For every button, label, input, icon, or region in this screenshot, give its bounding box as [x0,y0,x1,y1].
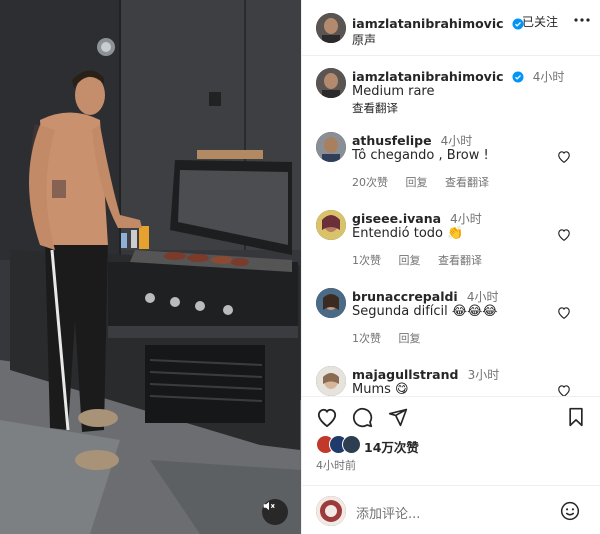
comment-item: athusfelipe 4小时 Tô chegando , Brow ! 20次… [302,130,600,192]
comment-input[interactable]: 添加评论... [356,503,420,522]
comment-text: Tô chegando , Brow ! [352,148,489,163]
post-media[interactable] [0,0,301,534]
post-panel: iamzlatanibrahimovic 原声 已关注 iamzlatanibr… [301,0,600,534]
caption-translate-link[interactable]: 查看翻译 [352,100,398,116]
comment-like-count[interactable]: 1次赞 [352,332,381,345]
comment-username[interactable]: majagullstrand [352,367,458,382]
caption: iamzlatanibrahimovic 4小时 Medium rare 查看翻… [302,66,600,126]
following-button[interactable]: 已关注 [522,13,558,30]
heart-icon[interactable] [316,407,338,427]
comment-time: 3小时 [467,368,500,382]
heart-icon[interactable] [557,150,571,163]
commenter-avatar[interactable] [316,288,346,318]
audio-label[interactable]: 原声 [352,31,376,48]
emoji-icon[interactable] [560,501,580,521]
comment-reply-link[interactable]: 回复 [399,254,421,267]
comment-reply-link[interactable]: 回复 [406,176,428,189]
more-options-icon[interactable] [574,18,590,22]
commenter-avatar[interactable] [316,210,346,240]
comment-like-count[interactable]: 20次赞 [352,176,388,189]
post-photo [0,0,301,534]
comment-username[interactable]: athusfelipe [352,133,432,148]
viewer-avatar [316,496,346,526]
comment-reply-link[interactable]: 回复 [399,332,421,345]
post-header: iamzlatanibrahimovic 原声 已关注 [302,0,600,56]
post-timestamp[interactable]: 4小时前 [316,457,356,473]
commenter-avatar[interactable] [316,132,346,162]
comment-username[interactable]: giseee.ivana [352,211,441,226]
speaker-muted-icon [263,501,275,511]
caption-author-avatar[interactable] [316,68,346,98]
author-username[interactable]: iamzlatanibrahimovic [352,16,504,31]
caption-time: 4小时 [532,70,565,84]
heart-icon[interactable] [557,384,571,396]
comments-list[interactable]: iamzlatanibrahimovic 4小时 Medium rare 查看翻… [302,56,600,396]
comment-translate-link[interactable]: 查看翻译 [445,176,489,189]
comment-translate-link[interactable]: 查看翻译 [438,254,482,267]
author-avatar[interactable] [316,13,346,43]
comment-time: 4小时 [440,134,473,148]
caption-username[interactable]: iamzlatanibrahimovic [352,69,504,84]
commenter-avatar[interactable] [316,366,346,396]
comment-item: brunaccrepaldi 4小时 Segunda difícil 😂😂😂 1… [302,286,600,348]
verified-badge-icon [512,71,524,83]
action-bar: 14万次赞 4小时前 添加评论... [302,396,600,534]
comment-item: giseee.ivana 4小时 Entendió todo 👏 1次赞 回复 … [302,208,600,270]
share-icon[interactable] [388,407,408,427]
comment-username[interactable]: brunaccrepaldi [352,289,458,304]
comment-text: Entendió todo 👏 [352,226,464,241]
mute-toggle-button[interactable] [262,499,288,525]
liker-avatar [342,435,361,454]
heart-icon[interactable] [557,306,571,319]
comment-icon[interactable] [352,407,373,428]
heart-icon[interactable] [557,228,571,241]
add-comment-bar: 添加评论... [302,485,600,534]
bookmark-icon[interactable] [567,407,585,427]
comment-like-count[interactable]: 1次赞 [352,254,381,267]
comment-text: Mums 😋 [352,382,409,396]
caption-text: Medium rare [352,84,435,99]
likes-count[interactable]: 14万次赞 [364,437,419,456]
comment-text: Segunda difícil 😂😂😂 [352,304,498,319]
comment-time: 4小时 [450,212,482,226]
comment-time: 4小时 [466,290,499,304]
comment-item: majagullstrand 3小时 Mums 😋 [302,364,600,396]
